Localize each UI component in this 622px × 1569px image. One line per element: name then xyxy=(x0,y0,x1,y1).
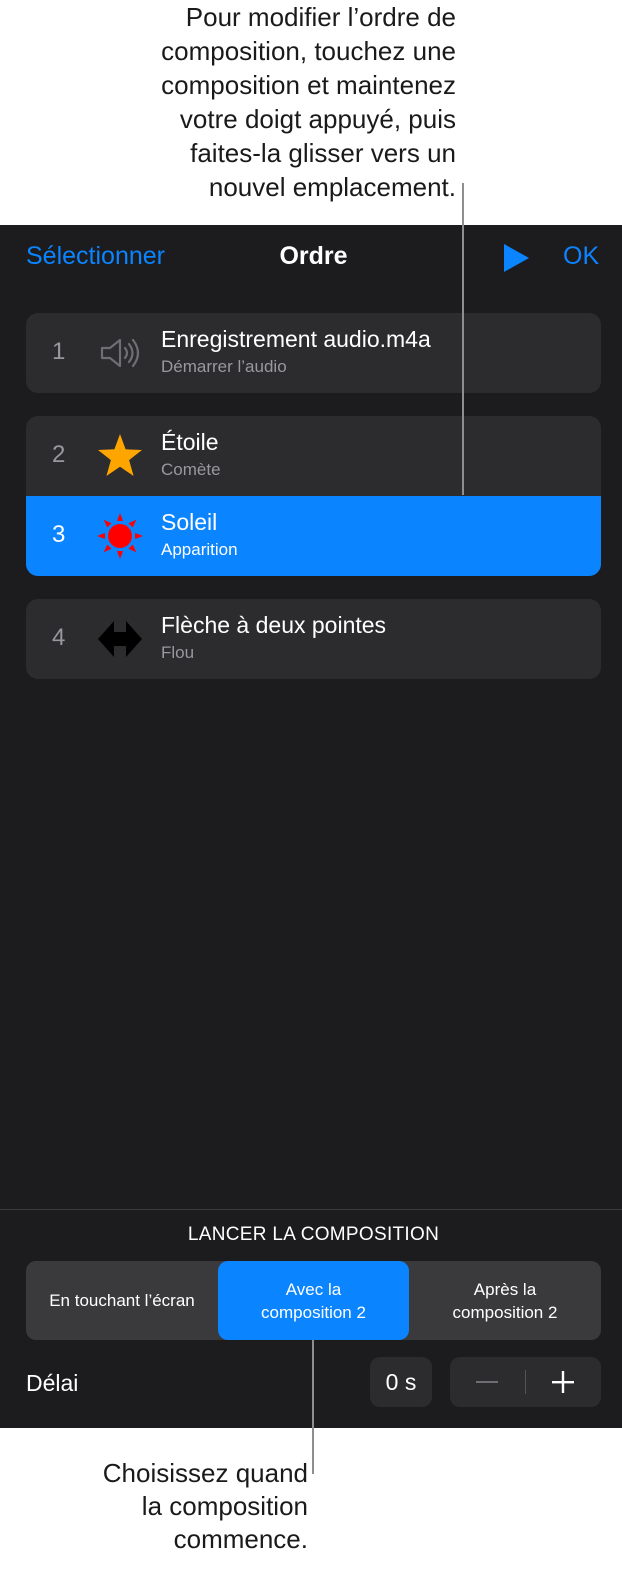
build-effect: Apparition xyxy=(161,540,238,559)
option-label: composition 2 xyxy=(452,1302,558,1322)
ok-button[interactable]: OK xyxy=(563,242,599,271)
launch-option-after-build[interactable]: Après la composition 2 xyxy=(409,1261,601,1340)
build-card: 2 Étoile Comète 3 Soleil Apparition xyxy=(26,416,601,576)
sun-icon xyxy=(97,513,143,559)
callout-line: composition, touchez une xyxy=(161,36,456,66)
delay-value-field[interactable]: 0 s xyxy=(370,1357,432,1407)
build-number: 2 xyxy=(52,441,66,468)
build-card: 1 Enregistrement audio.m4a Démarrer l’au… xyxy=(26,313,601,393)
build-order-panel: Sélectionner Ordre OK 1 Enregistrement a… xyxy=(0,225,622,1428)
callout-line: nouvel emplacement. xyxy=(208,172,456,202)
speaker-icon xyxy=(100,338,140,368)
decrement-button[interactable] xyxy=(450,1357,525,1407)
minus-icon xyxy=(476,1381,498,1383)
build-number: 3 xyxy=(52,521,66,548)
delay-label: Délai xyxy=(26,1370,79,1396)
build-title: Étoile xyxy=(161,429,219,455)
increment-button[interactable] xyxy=(526,1357,601,1407)
launch-segmented-control: En touchant l’écran Avec la composition … xyxy=(26,1261,601,1340)
launch-callout: Choisissez quand la composition commence… xyxy=(8,1457,308,1556)
build-number: 1 xyxy=(52,338,66,365)
build-row-4[interactable]: 4 Flèche à deux pointes Flou xyxy=(26,599,601,679)
callout-line: composition et maintenez xyxy=(161,70,456,100)
build-title: Enregistrement audio.m4a xyxy=(161,326,431,352)
build-card: 4 Flèche à deux pointes Flou xyxy=(26,599,601,679)
build-row-1[interactable]: 1 Enregistrement audio.m4a Démarrer l’au… xyxy=(26,313,601,393)
option-label: Après la xyxy=(473,1279,537,1299)
callout-leader-line xyxy=(312,1340,314,1474)
delay-value: 0 s xyxy=(385,1368,417,1395)
star-icon xyxy=(98,434,142,476)
build-number: 4 xyxy=(52,624,66,651)
callout-line: faites-la glisser vers un xyxy=(190,138,456,168)
callout-line: la composition xyxy=(141,1491,308,1521)
build-effect: Démarrer l’audio xyxy=(161,357,287,376)
build-row-3[interactable]: 3 Soleil Apparition xyxy=(26,496,601,576)
build-row-2[interactable]: 2 Étoile Comète xyxy=(26,416,601,496)
callout-line: Choisissez quand xyxy=(102,1458,308,1488)
callout-line: commence. xyxy=(173,1524,308,1554)
callout-line: Pour modifier l’ordre de xyxy=(185,2,456,32)
launch-section-label: LANCER LA COMPOSITION xyxy=(187,1224,440,1245)
option-label: composition 2 xyxy=(261,1302,366,1322)
play-icon[interactable] xyxy=(502,243,530,273)
option-label: Avec la xyxy=(285,1279,342,1299)
launch-option-with-build[interactable]: Avec la composition 2 xyxy=(218,1261,409,1340)
plus-icon xyxy=(552,1371,574,1393)
launch-option-on-tap[interactable]: En touchant l’écran xyxy=(26,1261,218,1340)
option-label: En touchant l’écran xyxy=(49,1291,195,1310)
build-effect: Comète xyxy=(161,460,221,479)
double-arrow-icon xyxy=(98,621,142,657)
divider xyxy=(0,1209,622,1210)
build-title: Soleil xyxy=(161,509,218,535)
callout-leader-line xyxy=(462,183,464,495)
nav-bar: Sélectionner Ordre OK xyxy=(0,225,622,290)
reorder-callout: Pour modifier l’ordre de composition, to… xyxy=(16,0,456,204)
build-title: Flèche à deux pointes xyxy=(161,612,387,638)
delay-stepper xyxy=(450,1357,601,1407)
callout-line: votre doigt appuyé, puis xyxy=(179,104,456,134)
build-effect: Flou xyxy=(161,643,195,662)
